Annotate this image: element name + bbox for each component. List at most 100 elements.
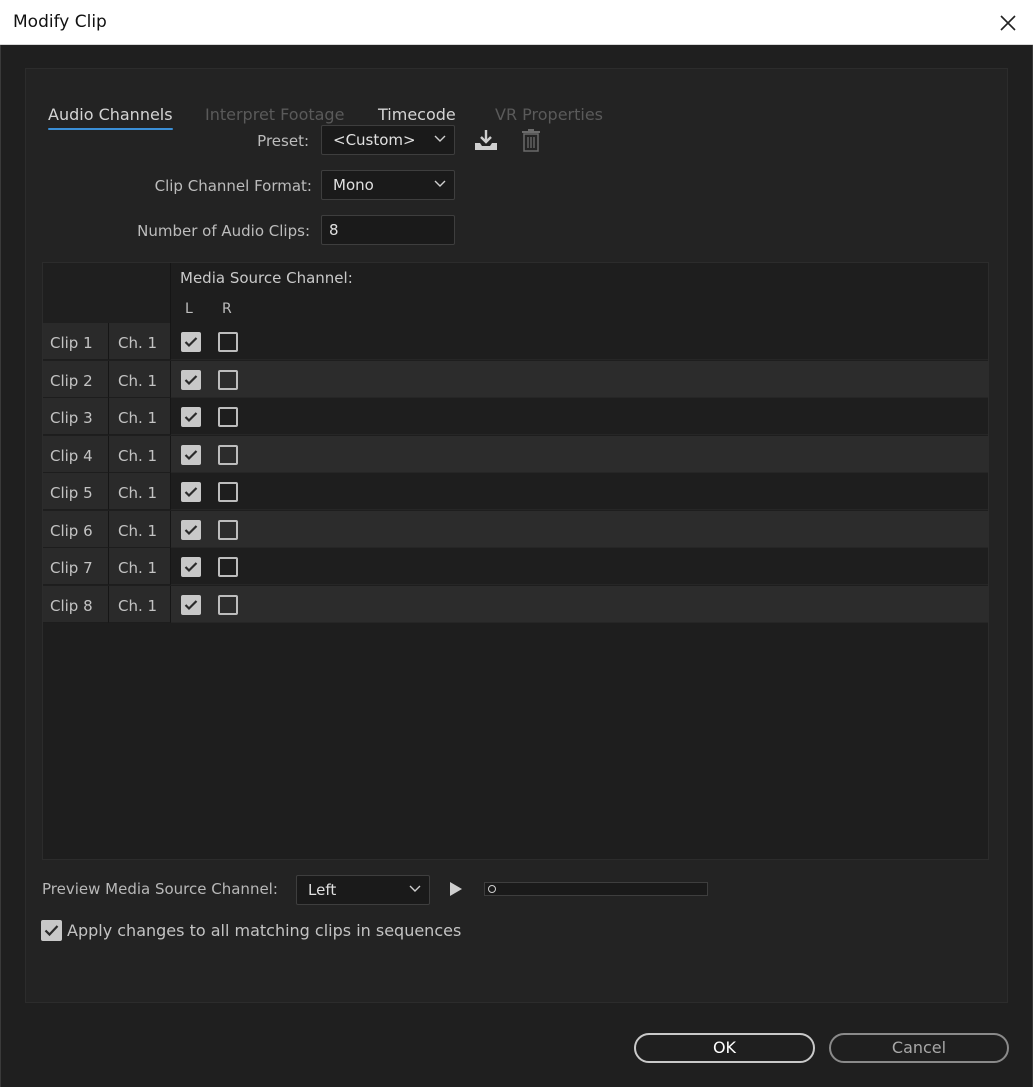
- tab-interpret-footage: Interpret Footage: [205, 105, 345, 124]
- save-preset-icon: [475, 130, 497, 150]
- channel-label: Ch. 1: [109, 548, 171, 585]
- checkmark-icon: [184, 337, 198, 348]
- channel-label: Ch. 1: [109, 435, 171, 473]
- grid-header-spacer: [43, 263, 171, 323]
- checkmark-icon: [184, 599, 198, 610]
- checkmark-icon: [184, 374, 198, 385]
- clip-label: Clip 8: [43, 585, 109, 623]
- channel-cells: [171, 435, 988, 473]
- table-row: Clip 4 Ch. 1: [43, 435, 988, 473]
- channel-r-checkbox[interactable]: [218, 369, 238, 390]
- save-preset-button[interactable]: [472, 126, 500, 154]
- tab-audio-channels[interactable]: Audio Channels: [48, 105, 173, 130]
- clip-label: Clip 7: [43, 548, 109, 585]
- preview-channel-value: Left: [308, 881, 337, 899]
- table-row: Clip 8 Ch. 1: [43, 585, 988, 623]
- checkmark-icon: [184, 487, 198, 498]
- channel-label: Ch. 1: [109, 323, 171, 360]
- close-icon: [1000, 15, 1016, 31]
- channel-r-checkbox[interactable]: [218, 482, 238, 502]
- channel-l-checkbox[interactable]: [181, 332, 201, 352]
- clip-label: Clip 3: [43, 398, 109, 435]
- channel-r-checkbox[interactable]: [218, 444, 238, 465]
- column-header-l: L: [185, 301, 193, 317]
- ok-button[interactable]: OK: [634, 1033, 815, 1063]
- grid-header: Media Source Channel: L R: [43, 263, 988, 324]
- channel-cells: [171, 473, 988, 510]
- dialog-body: Audio Channels Interpret Footage Timecod…: [0, 45, 1033, 1087]
- close-button[interactable]: [993, 9, 1023, 37]
- play-button[interactable]: [447, 880, 465, 898]
- clip-label: Clip 1: [43, 323, 109, 360]
- preset-label: Preset:: [257, 132, 309, 150]
- table-row: Clip 7 Ch. 1: [43, 548, 988, 585]
- format-label: Clip Channel Format:: [154, 177, 312, 195]
- window-title: Modify Clip: [13, 12, 107, 32]
- channel-cells: [171, 548, 988, 585]
- table-row: Clip 6 Ch. 1: [43, 510, 988, 548]
- clip-label: Clip 2: [43, 360, 109, 398]
- channel-l-checkbox[interactable]: [181, 444, 201, 465]
- clip-label: Clip 6: [43, 510, 109, 548]
- title-bar: Modify Clip: [0, 0, 1033, 45]
- scrubber-handle[interactable]: [488, 885, 496, 893]
- play-icon: [450, 882, 462, 896]
- channel-label: Ch. 1: [109, 473, 171, 510]
- channel-l-checkbox[interactable]: [181, 594, 201, 615]
- checkmark-icon: [184, 524, 198, 535]
- preview-channel-dropdown[interactable]: Left: [296, 875, 430, 905]
- channel-cells: [171, 398, 988, 435]
- channel-r-checkbox[interactable]: [218, 519, 238, 540]
- media-source-channel-header: Media Source Channel:: [180, 269, 353, 287]
- preview-scrubber[interactable]: [484, 882, 708, 896]
- channel-l-checkbox[interactable]: [181, 482, 201, 502]
- channel-l-checkbox[interactable]: [181, 369, 201, 390]
- channel-cells: [171, 323, 988, 360]
- cancel-button[interactable]: Cancel: [829, 1033, 1009, 1063]
- chevron-down-icon: [434, 180, 446, 187]
- chevron-down-icon: [434, 135, 446, 142]
- num-clips-value: 8: [329, 221, 339, 239]
- trash-icon: [522, 129, 540, 152]
- channel-r-checkbox[interactable]: [218, 332, 238, 352]
- channel-r-checkbox[interactable]: [218, 407, 238, 427]
- channel-r-checkbox[interactable]: [218, 594, 238, 615]
- channel-label: Ch. 1: [109, 510, 171, 548]
- format-value: Mono: [333, 176, 374, 194]
- channel-cells: [171, 360, 988, 398]
- num-clips-input[interactable]: 8: [321, 215, 455, 245]
- chevron-down-icon: [409, 885, 421, 892]
- checkmark-icon: [44, 925, 59, 937]
- table-row: Clip 3 Ch. 1: [43, 398, 988, 435]
- channel-label: Ch. 1: [109, 398, 171, 435]
- preset-value: <Custom>: [333, 131, 416, 149]
- channel-label: Ch. 1: [109, 360, 171, 398]
- clip-label: Clip 5: [43, 473, 109, 510]
- channel-l-checkbox[interactable]: [181, 519, 201, 540]
- clip-label: Clip 4: [43, 435, 109, 473]
- channel-grid: Media Source Channel: L R Clip 1 Ch. 1 Cli…: [42, 262, 989, 860]
- channel-r-checkbox[interactable]: [218, 557, 238, 577]
- settings-panel: Audio Channels Interpret Footage Timecod…: [25, 68, 1008, 1003]
- checkmark-icon: [184, 449, 198, 460]
- delete-preset-button[interactable]: [517, 126, 545, 154]
- table-row: Clip 1 Ch. 1: [43, 323, 988, 360]
- tab-vr-properties: VR Properties: [495, 105, 604, 124]
- channel-l-checkbox[interactable]: [181, 407, 201, 427]
- table-row: Clip 5 Ch. 1: [43, 473, 988, 510]
- channel-label: Ch. 1: [109, 585, 171, 623]
- format-dropdown[interactable]: Mono: [321, 170, 455, 200]
- table-row: Clip 2 Ch. 1: [43, 360, 988, 398]
- apply-changes-label: Apply changes to all matching clips in s…: [67, 921, 462, 940]
- num-clips-label: Number of Audio Clips:: [137, 222, 310, 240]
- channel-l-checkbox[interactable]: [181, 557, 201, 577]
- checkmark-icon: [184, 562, 198, 573]
- tab-timecode[interactable]: Timecode: [378, 105, 456, 124]
- preview-label: Preview Media Source Channel:: [42, 880, 278, 898]
- channel-cells: [171, 510, 988, 548]
- apply-changes-checkbox[interactable]: [41, 920, 62, 941]
- preset-dropdown[interactable]: <Custom>: [321, 125, 455, 155]
- checkmark-icon: [184, 412, 198, 423]
- column-header-r: R: [222, 301, 232, 317]
- channel-cells: [171, 585, 988, 623]
